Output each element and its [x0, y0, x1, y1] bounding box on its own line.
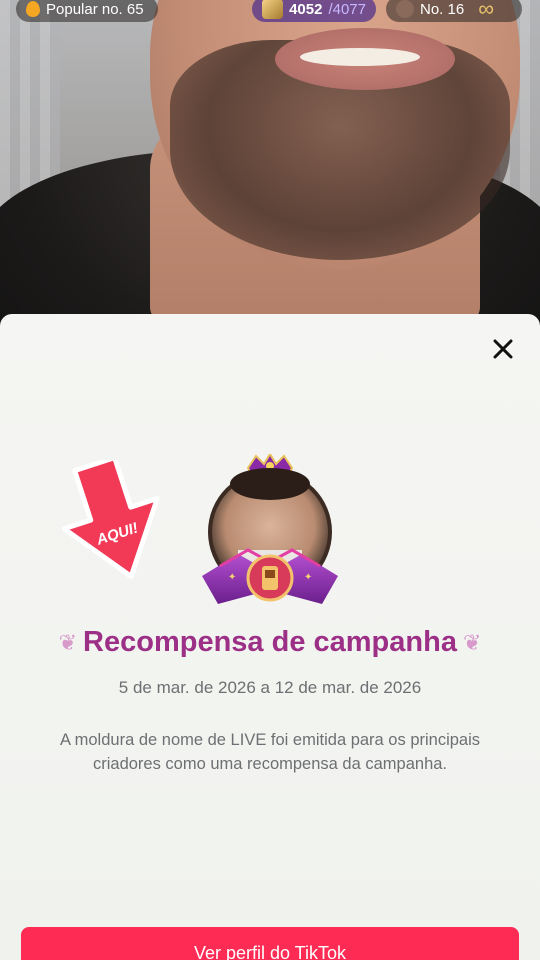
reward-title-text: Recompensa de campanha [83, 626, 457, 658]
infinity-icon: ∞ [478, 0, 494, 21]
sparkle-left-icon: ✦ [228, 572, 236, 583]
gift-badge-icon [262, 0, 284, 19]
ranking-label: No. 16 [420, 0, 465, 18]
live-video [0, 0, 540, 330]
campaign-dates: 5 de mar. de 2026 a 12 de mar. de 2026 [118, 678, 422, 697]
score-current: 4052 [289, 0, 323, 18]
campaign-reward-sheet: AQUI! ✦ ✦ ❦ Recompensa de campanha ❦ 5 d… [0, 314, 540, 960]
popular-rank-label: Popular no. 65 [46, 0, 144, 18]
flame-icon [26, 1, 40, 17]
laurel-right-icon: ❦ [462, 629, 482, 655]
ranker-avatar [396, 0, 414, 18]
reward-hero: AQUI! ✦ ✦ [0, 454, 540, 604]
arrow-down-icon: AQUI! [62, 460, 160, 579]
streamer-teeth [300, 48, 420, 66]
laurel-left-icon: ❦ [58, 629, 78, 655]
popular-rank-pill[interactable]: Popular no. 65 [16, 0, 158, 22]
sparkle-right-icon: ✦ [304, 572, 312, 583]
reward-description: A moldura de nome de LIVE foi emitida pa… [59, 731, 481, 773]
live-topbar: Popular no. 65 4052/4077 No. 16 ∞ [0, 0, 540, 24]
ranking-pill[interactable]: No. 16 ∞ [386, 0, 522, 22]
reward-title: ❦ Recompensa de campanha ❦ [0, 626, 540, 659]
view-tiktok-profile-button[interactable]: Ver perfil do TikTok [21, 927, 519, 960]
view-profile-label: Ver perfil do TikTok [193, 943, 347, 960]
close-icon[interactable] [492, 338, 514, 360]
live-name-frame: ✦ ✦ [202, 454, 338, 604]
score-pill[interactable]: 4052/4077 [252, 0, 376, 22]
score-total: /4077 [328, 0, 366, 18]
